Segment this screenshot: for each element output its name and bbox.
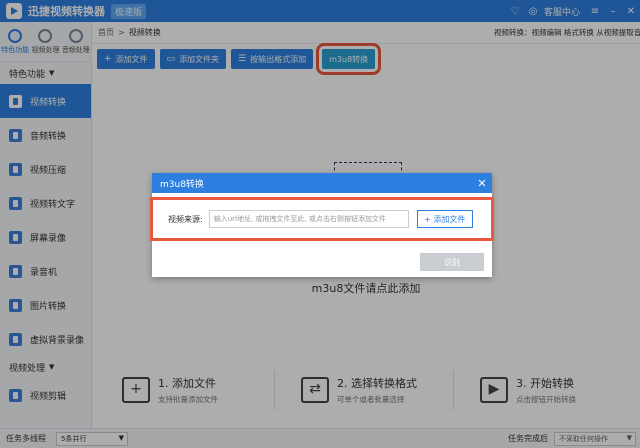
close-icon[interactable]: ✕ (472, 177, 492, 190)
m3u8-dialog: m3u8转换 ✕ 视频来源: 输入url地址, 或拖拽文件至此, 或点击右侧按钮… (150, 173, 494, 277)
dialog-add-file-button[interactable]: + 添加文件 (416, 210, 473, 228)
dialog-header: m3u8转换 ✕ (152, 173, 492, 193)
source-label: 视频来源: (168, 214, 203, 224)
identify-button[interactable]: 识别 (420, 253, 484, 271)
source-row: 视频来源: 输入url地址, 或拖拽文件至此, 或点击右侧按钮添加文件 + 添加… (150, 197, 494, 241)
url-input[interactable]: 输入url地址, 或拖拽文件至此, 或点击右侧按钮添加文件 (208, 210, 409, 228)
dialog-title: m3u8转换 (160, 179, 204, 190)
